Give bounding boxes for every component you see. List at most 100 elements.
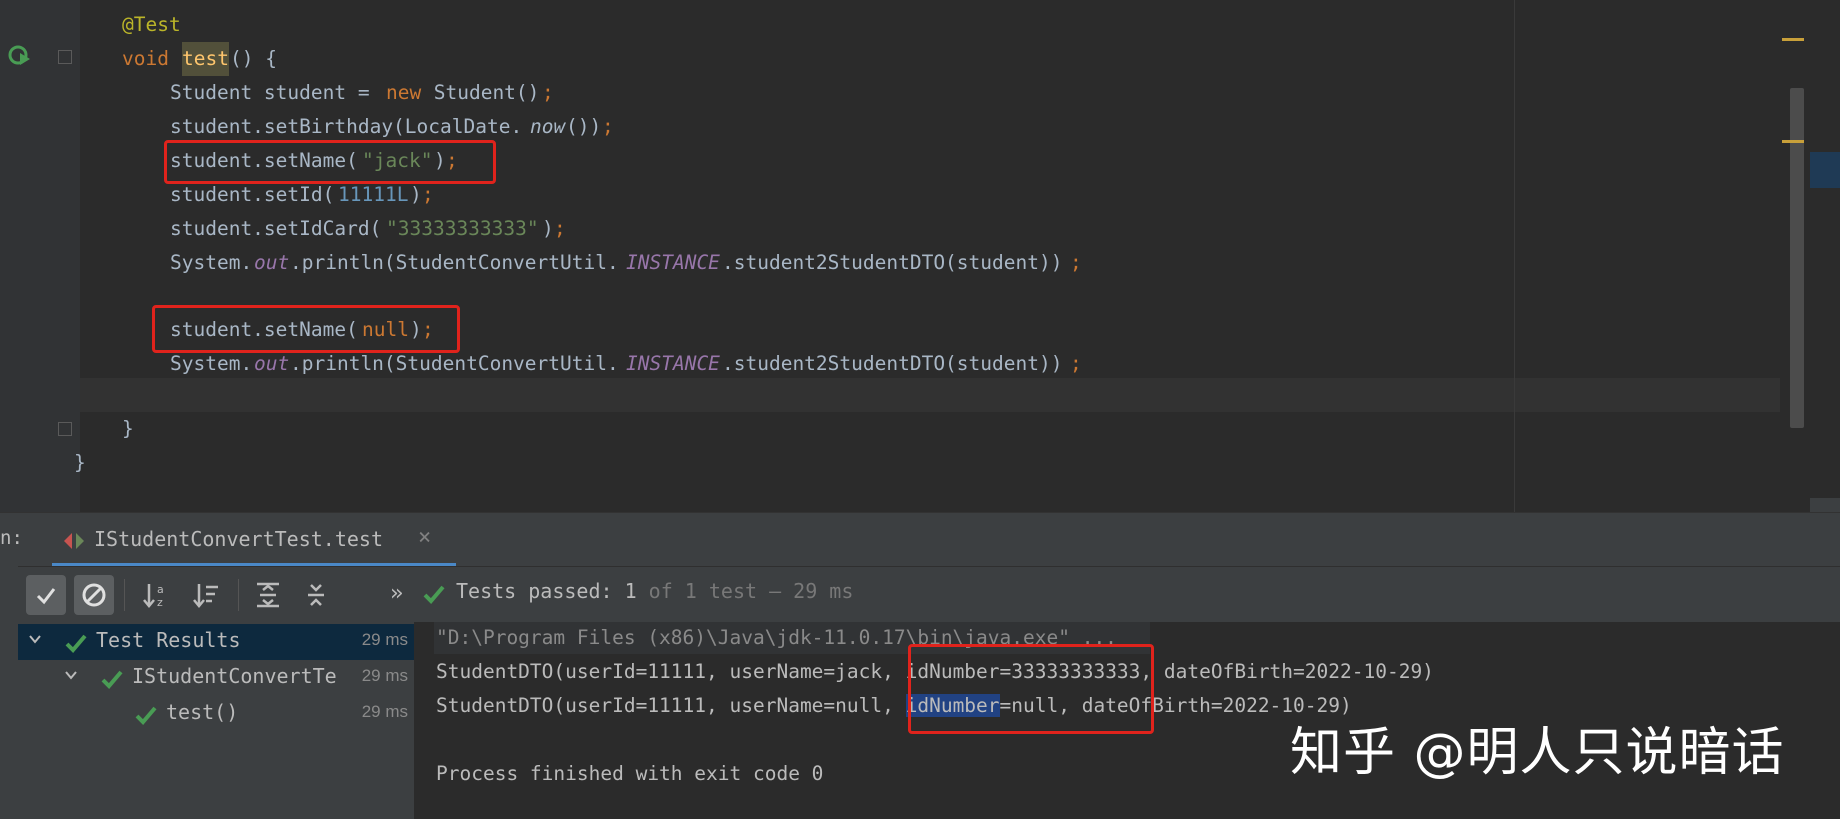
tree-row-test-class[interactable]: IStudentConvertTe 29 ms	[18, 660, 414, 696]
show-passed-button[interactable]	[26, 575, 66, 615]
check-icon	[36, 588, 56, 605]
code-editor[interactable]: @Test void test () { Student student = n…	[0, 0, 1840, 512]
test-duration: 29 ms	[361, 702, 408, 721]
passed-check-icon	[101, 670, 123, 689]
string-literal: "33333333333"	[386, 217, 539, 240]
tree-item-label: test()	[166, 700, 239, 724]
semicolon: ;	[554, 217, 566, 240]
closing-brace: }	[74, 451, 86, 474]
ignored-icon	[82, 583, 106, 607]
code-text: student.setBirthday(LocalDate.	[170, 115, 523, 138]
warning-marker[interactable]	[1782, 38, 1804, 41]
code-line: void test () {	[0, 42, 277, 76]
chevron-down-icon[interactable]	[28, 632, 42, 646]
editor-scrollbar-thumb[interactable]	[1790, 88, 1804, 428]
status-count: 1	[624, 579, 637, 603]
toolbar-separator	[124, 579, 125, 611]
toolbar-separator	[238, 579, 239, 611]
code-text: student.setIdCard(	[170, 217, 382, 240]
tree-row-test-method[interactable]: test() 29 ms	[18, 696, 414, 732]
code-line: student.setName( null ) ;	[0, 313, 434, 347]
tree-item-label: IStudentConvertTe	[132, 664, 337, 688]
close-icon[interactable]: ×	[418, 525, 431, 550]
code-line: System. out .println(StudentConvertUtil.…	[0, 347, 1082, 381]
highlight-box	[164, 140, 496, 184]
sort-alphabetically-button[interactable]: a z	[136, 575, 176, 615]
code-line: student.setBirthday(LocalDate. now ()) ;	[0, 110, 614, 144]
expand-all-button[interactable]	[248, 575, 288, 615]
semicolon: ;	[542, 81, 554, 104]
test-results-tree[interactable]: Test Results 29 ms IStudentConvertTe 29 …	[18, 622, 414, 819]
code-text: .println(StudentConvertUtil.	[290, 251, 619, 274]
code-line: student.setName( "jack" ) ;	[0, 144, 458, 178]
collapse-all-icon	[308, 584, 324, 606]
right-margin-guide	[1514, 0, 1515, 512]
passed-check-icon	[135, 706, 157, 725]
navigation-strip	[1810, 498, 1840, 512]
semicolon: ;	[1070, 352, 1082, 375]
collapse-all-button[interactable]	[296, 575, 336, 615]
show-ignored-button[interactable]	[74, 575, 114, 615]
console-text: , dateOfBirth=2022-10-29)	[1140, 660, 1434, 683]
current-line-highlight	[80, 378, 1780, 412]
tab-istudentconverttest[interactable]: IStudentConvertTest.test ×	[52, 513, 456, 567]
console-text: StudentDTO(userId=11111, userName=null,	[436, 694, 906, 717]
annotation-test: @Test	[122, 13, 181, 36]
chevron-down-icon[interactable]	[64, 668, 78, 682]
code-text: System.	[170, 251, 253, 274]
tab-label: IStudentConvertTest.test	[94, 527, 383, 551]
navigation-strip[interactable]	[1810, 152, 1840, 188]
code-line: student.setId( 11111L ) ;	[0, 178, 434, 212]
svg-text:z: z	[157, 596, 163, 609]
semicolon: ;	[602, 115, 614, 138]
sort-alpha-icon: a z	[143, 583, 164, 609]
method-params: () {	[230, 47, 277, 70]
test-toolbar: a z » Tests passed: 1 of 1 test – 29 ms	[0, 566, 1840, 623]
test-config-icon	[64, 533, 84, 549]
sort-by-duration-button[interactable]	[186, 575, 226, 615]
left-tool-strip	[0, 566, 18, 819]
code-static-call: now	[530, 115, 566, 138]
console-output-line: StudentDTO(userId=11111, userName=null, …	[436, 690, 1352, 722]
keyword-new: new	[386, 81, 422, 104]
passed-check-icon	[65, 634, 87, 653]
code-text: Student()	[422, 81, 540, 104]
code-text: .student2StudentDTO(student))	[722, 251, 1063, 274]
code-line: }	[0, 446, 86, 480]
fold-icon[interactable]	[58, 422, 72, 436]
tree-row-test-results[interactable]: Test Results 29 ms	[18, 624, 414, 660]
code-text: ())	[566, 115, 602, 138]
warning-marker[interactable]	[1782, 140, 1804, 143]
keyword-void: void	[122, 47, 169, 70]
status-detail: of 1 test – 29 ms	[636, 579, 854, 603]
fold-icon[interactable]	[58, 50, 72, 64]
test-status: Tests passed: 1 of 1 test – 29 ms	[456, 579, 853, 603]
highlight-box	[152, 305, 460, 353]
console-exit-line: Process finished with exit code 0	[436, 762, 824, 785]
closing-brace: }	[122, 417, 134, 440]
code-text: .student2StudentDTO(student))	[722, 352, 1063, 375]
code-line: @Test	[0, 8, 181, 42]
sort-duration-icon	[193, 584, 218, 608]
code-line: Student student = new Student() ;	[0, 76, 554, 110]
code-line: student.setIdCard( "33333333333" ) ;	[0, 212, 566, 246]
console-text: StudentDTO(userId=11111, userName=jack,	[436, 660, 906, 683]
method-name: test	[182, 42, 229, 76]
expand-all-icon	[257, 582, 279, 608]
more-chevron-icon[interactable]: »	[390, 581, 403, 606]
static-field: INSTANCE	[626, 251, 720, 274]
tree-item-label: Test Results	[96, 628, 241, 652]
tests-passed-icon	[423, 585, 445, 604]
static-field: INSTANCE	[626, 352, 720, 375]
test-duration: 29 ms	[361, 666, 408, 685]
run-tool-window-header: n: IStudentConvertTest.test ×	[0, 512, 1840, 567]
run-label: n:	[0, 527, 23, 549]
code-text: )	[542, 217, 554, 240]
highlight-box	[908, 644, 1154, 734]
test-duration: 29 ms	[361, 630, 408, 649]
svg-text:a: a	[157, 583, 164, 596]
code-line: }	[0, 412, 134, 446]
watermark: 知乎 @明人只说暗话	[1290, 723, 1785, 783]
code-text: Student student =	[170, 81, 382, 104]
static-field: out	[254, 251, 290, 274]
